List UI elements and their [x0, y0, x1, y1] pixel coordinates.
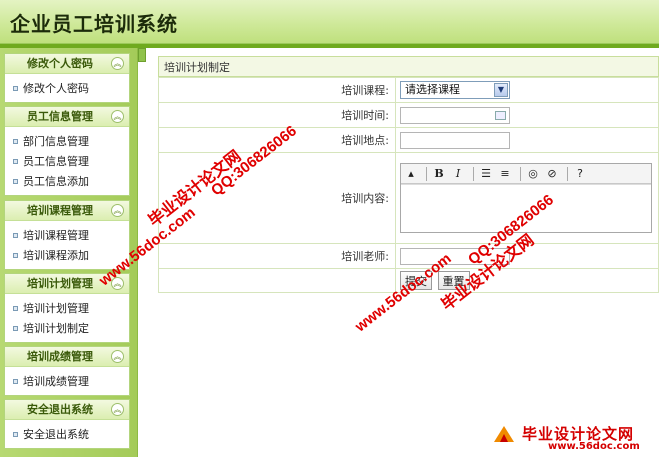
collapse-icon[interactable]: ︽	[111, 110, 124, 123]
collapse-icon[interactable]: ︽	[111, 57, 124, 70]
course-select-value: 请选择课程	[405, 83, 460, 96]
teacher-label: 培训老师:	[158, 243, 396, 269]
calendar-icon[interactable]	[495, 110, 506, 120]
panel-header[interactable]: 安全退出系统 ︽	[5, 400, 129, 420]
time-label: 培训时间:	[158, 102, 396, 128]
content-textarea[interactable]	[401, 184, 651, 232]
toolbar-divider	[473, 166, 474, 181]
sidebar-item-label: 培训计划制定	[23, 322, 89, 335]
sidebar-item-score-manage[interactable]: 培训成绩管理	[13, 371, 129, 391]
sidebar: 修改个人密码 ︽ 修改个人密码 员工信息管理 ︽ 部门信息管理 员工信息管理 员…	[0, 48, 138, 457]
sidebar-item-label: 修改个人密码	[23, 82, 89, 95]
app-header: 企业员工培训系统	[0, 0, 659, 44]
bullet-icon	[13, 305, 18, 311]
sidebar-item-label: 部门信息管理	[23, 135, 89, 148]
course-label: 培训课程:	[158, 77, 396, 103]
place-label: 培训地点:	[158, 127, 396, 153]
sidebar-item-label: 培训课程管理	[23, 229, 89, 242]
italic-button[interactable]: I	[450, 166, 466, 182]
bullet-icon	[13, 325, 18, 331]
sidebar-item-department[interactable]: 部门信息管理	[13, 131, 129, 151]
sidebar-item-label: 安全退出系统	[23, 428, 89, 441]
panel-course: 培训课程管理 ︽ 培训课程管理 培训课程添加	[4, 200, 130, 270]
link-icon[interactable]: ◎	[525, 166, 541, 182]
source-icon[interactable]: ▴	[403, 166, 419, 182]
page-title: 培训计划制定	[158, 56, 659, 77]
bullet-icon	[13, 232, 18, 238]
sidebar-item-label: 培训课程添加	[23, 249, 89, 262]
sidebar-item-label: 培训计划管理	[23, 302, 89, 315]
sidebar-item-label: 培训成绩管理	[23, 375, 89, 388]
sidebar-item-label: 员工信息管理	[23, 155, 89, 168]
bullet-icon	[13, 85, 18, 91]
chevron-down-icon[interactable]: ▼	[494, 83, 508, 97]
watermark-site-corner: www.56doc.com	[548, 441, 640, 452]
toolbar-divider	[567, 166, 568, 181]
editor-toolbar: ▴ B I ☰ ≡ ◎ ⊘ ?	[401, 164, 651, 184]
toolbar-divider	[520, 166, 521, 181]
bullet-icon	[13, 178, 18, 184]
sidebar-item-employee-info[interactable]: 员工信息管理	[13, 151, 129, 171]
collapse-icon[interactable]: ︽	[111, 277, 124, 290]
panel-header[interactable]: 培训成绩管理 ︽	[5, 347, 129, 367]
panel-password: 修改个人密码 ︽ 修改个人密码	[4, 53, 130, 103]
ordered-list-icon[interactable]: ☰	[478, 166, 494, 182]
content-editor: ▴ B I ☰ ≡ ◎ ⊘ ?	[400, 163, 652, 233]
bullet-icon	[13, 158, 18, 164]
reset-button[interactable]: 重置	[437, 271, 470, 290]
panel-score: 培训成绩管理 ︽ 培训成绩管理	[4, 346, 130, 396]
collapse-icon[interactable]: ︽	[111, 350, 124, 363]
bullet-icon	[13, 252, 18, 258]
sidebar-item-plan-create[interactable]: 培训计划制定	[13, 318, 129, 338]
teacher-input[interactable]	[400, 247, 510, 265]
place-input[interactable]	[400, 131, 510, 149]
panel-header[interactable]: 修改个人密码 ︽	[5, 54, 129, 74]
panel-employee: 员工信息管理 ︽ 部门信息管理 员工信息管理 员工信息添加	[4, 106, 130, 196]
time-input[interactable]	[400, 106, 510, 124]
sidebar-item-course-manage[interactable]: 培训课程管理	[13, 225, 129, 245]
toolbar-divider	[426, 166, 427, 181]
content-label: 培训内容:	[158, 152, 396, 244]
bullet-icon	[13, 378, 18, 384]
bold-button[interactable]: B	[431, 166, 447, 182]
unlink-icon[interactable]: ⊘	[544, 166, 560, 182]
sidebar-item-change-password[interactable]: 修改个人密码	[13, 78, 129, 98]
panel-header[interactable]: 培训课程管理 ︽	[5, 201, 129, 221]
bullet-icon	[13, 138, 18, 144]
sidebar-item-course-add[interactable]: 培训课程添加	[13, 245, 129, 265]
help-icon[interactable]: ?	[572, 166, 588, 182]
collapse-icon[interactable]: ︽	[111, 204, 124, 217]
panel-plan: 培训计划管理 ︽ 培训计划管理 培训计划制定	[4, 273, 130, 343]
app-title: 企业员工培训系统	[10, 12, 178, 36]
watermark-logo-icon	[494, 426, 514, 442]
panel-header[interactable]: 培训计划管理 ︽	[5, 274, 129, 294]
buttons-spacer	[158, 268, 396, 293]
sidebar-item-logout[interactable]: 安全退出系统	[13, 424, 129, 444]
main-content: 培训计划制定 培训课程: 请选择课程 ▼ 培训时间: 培训地点: 培训内容: ▴…	[158, 56, 659, 306]
sidebar-item-label: 员工信息添加	[23, 175, 89, 188]
sidebar-toggle[interactable]	[138, 48, 146, 62]
collapse-icon[interactable]: ︽	[111, 403, 124, 416]
course-select[interactable]: 请选择课程 ▼	[400, 81, 510, 99]
sidebar-item-plan-manage[interactable]: 培训计划管理	[13, 298, 129, 318]
sidebar-item-employee-add[interactable]: 员工信息添加	[13, 171, 129, 191]
submit-button[interactable]: 提交	[400, 271, 432, 290]
plan-form: 培训课程: 请选择课程 ▼ 培训时间: 培训地点: 培训内容: ▴ B I ☰ …	[158, 77, 659, 293]
panel-logout: 安全退出系统 ︽ 安全退出系统	[4, 399, 130, 449]
unordered-list-icon[interactable]: ≡	[497, 166, 513, 182]
bullet-icon	[13, 431, 18, 437]
panel-header[interactable]: 员工信息管理 ︽	[5, 107, 129, 127]
